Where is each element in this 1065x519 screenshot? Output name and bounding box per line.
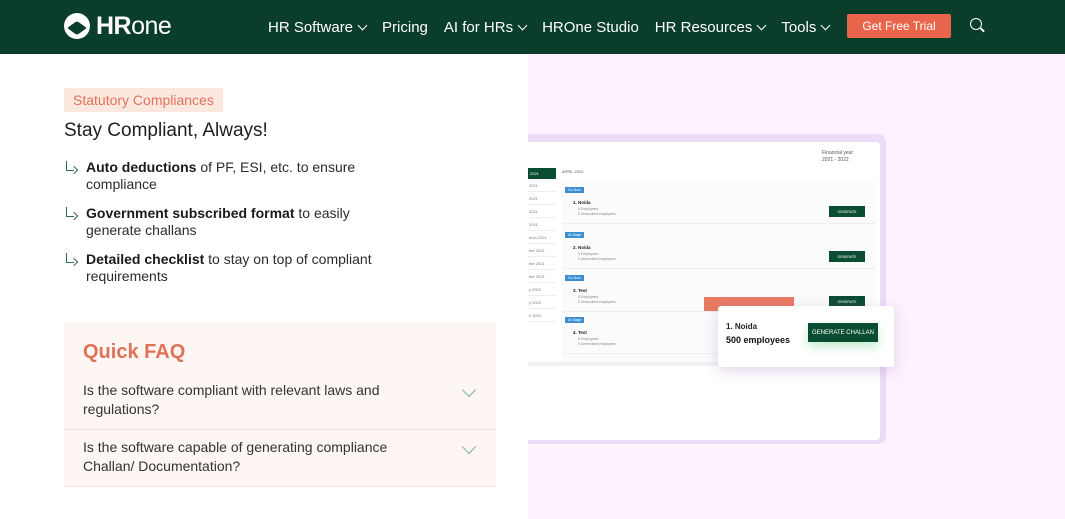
nav-item-hr-resources[interactable]: HR Resources [654,18,767,36]
faq-title: Quick FAQ [83,341,186,363]
month-label: APRIL 2022 [562,169,584,174]
feature-bold-text: Detailed checklist [86,251,205,267]
logo-text-bold: HR [96,11,132,40]
arrow-turn-icon [65,207,76,219]
faq-item[interactable]: Is the software compliant with relevant … [64,372,496,430]
month-item: mon 2021 [528,231,556,244]
month-sidebar: 2021 2021 2021 2021 2021 mon 2021 ber 20… [528,168,556,328]
month-item: ber 2021 [528,270,556,283]
chevron-down-icon [756,20,767,30]
feature-bold-text: Auto deductions [86,159,197,175]
generate-button: GENERATE [829,206,865,217]
row-meta: 8 Employees 0 Unenrolled employees [578,337,616,346]
nav-item-label: HROne Studio [542,18,639,36]
month-item: ber 2021 [528,257,556,270]
row-meta: 8 Employees 0 Unenrolled employees [578,252,616,261]
status-badge: At Stage [565,317,585,323]
search-icon[interactable] [970,18,985,33]
feature-list: Auto deductions of PF, ESI, etc. to ensu… [64,159,404,297]
row-name: 4. Test [573,330,587,335]
nav-item-label: AI for HRs [443,18,514,36]
arrow-turn-icon [65,253,76,265]
top-navbar: HRone HR Software Pricing AI for HRs HRO… [0,0,1065,54]
month-item: 2021 [528,205,556,218]
challan-row: At Stage 2. Noida 8 Employees 0 Unenrolle… [562,227,876,269]
nav-item-pricing[interactable]: Pricing [382,19,428,36]
chevron-down-icon [517,20,528,30]
month-item: 2021 [528,179,556,192]
faq-question: Is the software capable of generating co… [83,439,388,474]
feature-item: Auto deductions of PF, ESI, etc. to ensu… [64,159,404,193]
feature-item: Detailed checklist to stay on top of com… [64,251,404,285]
month-item: y 2022 [528,296,556,309]
nav-item-hrone-studio[interactable]: HROne Studio [542,19,639,36]
nav-item-ai-for-hrs[interactable]: AI for HRs [443,18,528,36]
nav-item-label: Pricing [382,18,428,36]
month-item: 2021 [528,192,556,205]
nav-item-label: HR Software [268,18,354,36]
row-meta: 8 Employees 0 Unenrolled employees [578,207,616,216]
challan-row: Go Now 1. Noida 8 Employees 0 Unenrolled … [562,182,876,224]
section-tag: Statutory Compliances [64,88,223,112]
arrow-turn-icon [65,161,76,173]
month-item: ber 2021 [528,244,556,257]
month-item: 2021 [528,218,556,231]
nav-item-label: HR Resources [654,18,753,36]
financial-year-selector: Financial year 2021 - 2022 [822,150,854,163]
status-badge: Go Now [565,187,584,193]
get-free-trial-button[interactable]: Get Free Trial [847,14,951,38]
logo-text-light: one [131,11,172,40]
nav-menu: HR Software Pricing AI for HRs HROne Stu… [268,0,845,54]
month-item-active: 2021 [528,168,556,179]
nav-item-label: Tools [781,18,817,36]
row-meta: 8 Employees 0 Unenrolled employees [578,295,616,304]
month-item: y 2022 [528,283,556,296]
popup-location: 1. Noida [726,322,758,331]
popup-employee-count: 500 employees [726,335,791,345]
row-name: 3. Test [573,288,587,293]
chevron-down-icon[interactable] [461,439,477,455]
status-badge: At Stage [565,232,585,238]
challan-popup-card: 1. Noida 500 employees GENERATE CHALLAN [718,306,894,367]
row-name: 1. Noida [573,200,591,205]
row-name: 2. Noida [573,245,591,250]
logo-mark-icon [64,13,90,39]
chevron-down-icon[interactable] [461,382,477,398]
chevron-down-icon [820,20,831,30]
nav-item-hr-software[interactable]: HR Software [268,18,368,36]
nav-item-tools[interactable]: Tools [781,18,831,36]
month-item: h 2022 [528,309,556,322]
section-heading: Stay Compliant, Always! [64,120,268,141]
chevron-down-icon [357,20,368,30]
generate-challan-button: GENERATE CHALLAN [808,323,878,342]
faq-item[interactable]: Is the software capable of generating co… [64,430,496,487]
hrone-logo[interactable]: HRone [64,11,172,40]
faq-question: Is the software compliant with relevant … [83,382,380,417]
feature-item: Government subscribed format to easily g… [64,205,404,239]
generate-button: GENERATE [829,251,865,262]
feature-bold-text: Government subscribed format [86,205,295,221]
status-badge: Go Now [565,275,584,281]
quick-faq-panel: Quick FAQ Is the software compliant with… [64,322,496,487]
